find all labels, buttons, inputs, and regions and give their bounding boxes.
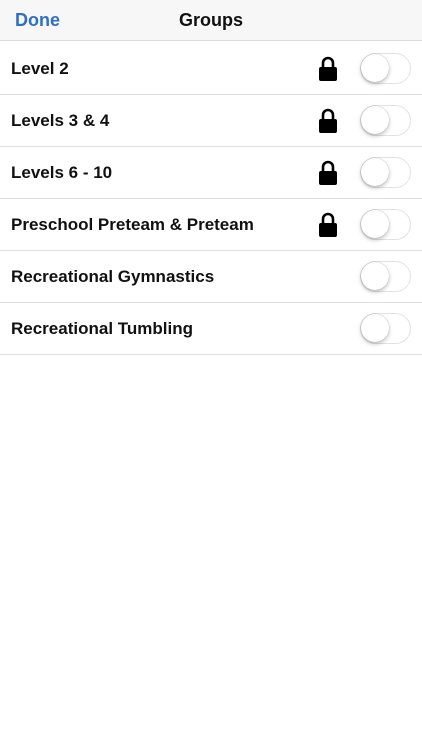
- lock-icon: [319, 108, 337, 133]
- group-label: Recreational Tumbling: [11, 319, 193, 338]
- lock-icon: [319, 160, 337, 185]
- list-item: Levels 3 & 4: [0, 95, 422, 147]
- lock-icon: [319, 56, 337, 81]
- navigation-bar: Done Groups: [0, 0, 422, 41]
- group-label: Recreational Gymnastics: [11, 267, 215, 286]
- list-item: Levels 6 - 10: [0, 147, 422, 199]
- group-label: Levels 6 - 10: [11, 163, 113, 182]
- group-toggle[interactable]: [360, 53, 411, 84]
- group-toggle[interactable]: [360, 313, 411, 344]
- groups-list: Level 2 Levels 3 & 4 Levels 6 - 10 Presc…: [0, 43, 422, 355]
- list-item: Level 2: [0, 43, 422, 95]
- group-label: Preschool Preteam & Preteam: [11, 215, 254, 234]
- list-item: Recreational Tumbling: [0, 303, 422, 355]
- toggle-knob: [361, 54, 389, 82]
- group-toggle[interactable]: [360, 209, 411, 240]
- group-toggle[interactable]: [360, 261, 411, 292]
- toggle-knob: [361, 210, 389, 238]
- group-toggle[interactable]: [360, 105, 411, 136]
- toggle-knob: [361, 158, 389, 186]
- page-title: Groups: [178, 10, 243, 30]
- toggle-knob: [361, 262, 389, 290]
- list-item: Recreational Gymnastics: [0, 251, 422, 303]
- toggle-knob: [361, 106, 389, 134]
- list-item: Preschool Preteam & Preteam: [0, 199, 422, 251]
- group-label: Levels 3 & 4: [11, 111, 110, 130]
- lock-icon: [319, 212, 337, 237]
- group-label: Level 2: [11, 59, 69, 78]
- group-toggle[interactable]: [360, 157, 411, 188]
- toggle-knob: [361, 314, 389, 342]
